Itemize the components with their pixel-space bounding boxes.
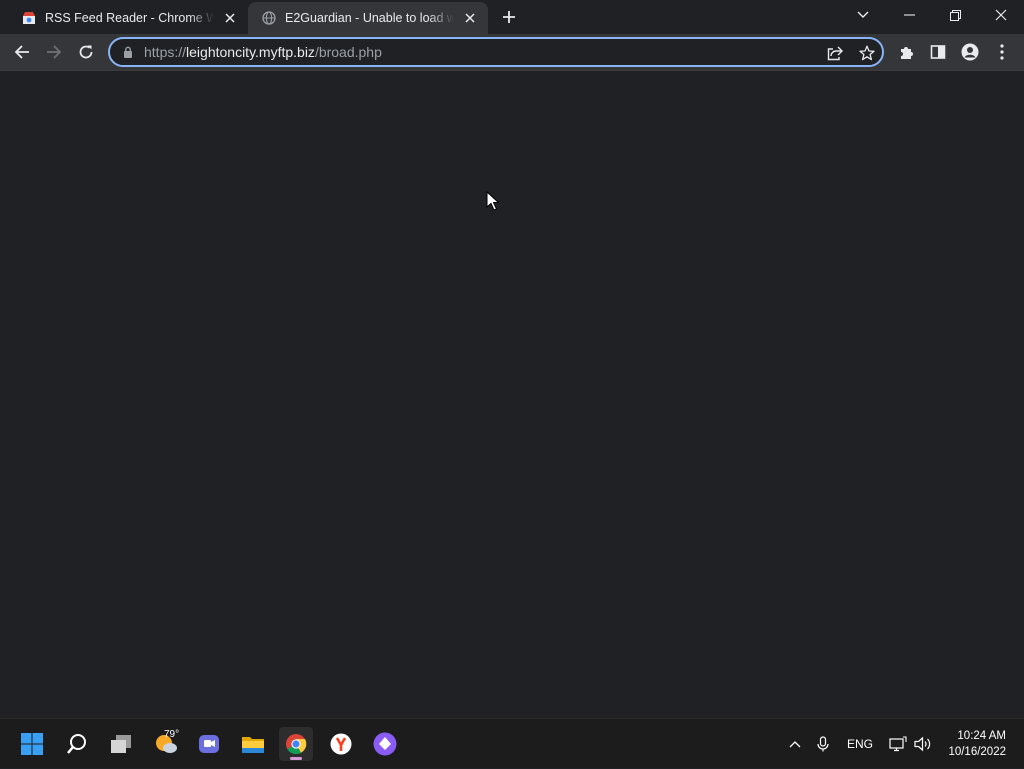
browser-window: RSS Feed Reader - Chrome Web Store E2Gua… (0, 0, 1024, 718)
tab-e2guardian[interactable]: E2Guardian - Unable to load webpage (248, 2, 488, 34)
network-icon[interactable] (888, 719, 908, 769)
language-indicator[interactable]: ENG (844, 719, 876, 769)
chrome-web-store-icon (21, 10, 37, 26)
browser-toolbar: https://leightoncity.myftp.biz/broad.php (0, 34, 1024, 71)
active-app-indicator (290, 757, 302, 760)
close-tab-icon[interactable] (220, 8, 240, 28)
tab-search-chevron-down-icon[interactable] (840, 0, 886, 30)
weather-temperature: 79° (164, 729, 180, 740)
restore-button[interactable] (932, 0, 978, 30)
tab-rss-feed-reader[interactable]: RSS Feed Reader - Chrome Web Store (8, 2, 248, 34)
volume-icon[interactable] (912, 719, 934, 769)
chrome-icon[interactable] (279, 727, 313, 761)
url-path: /broad.php (314, 44, 382, 60)
clock-time: 10:24 AM (957, 730, 1006, 742)
search-icon[interactable] (60, 727, 94, 761)
show-hidden-icons-chevron-up-icon[interactable] (784, 719, 806, 769)
teams-chat-icon[interactable] (192, 727, 226, 761)
windows-taskbar: ENG 10:24 AM 10/16/2022 (0, 718, 1024, 768)
side-panel-icon[interactable] (923, 37, 953, 67)
url-host: leightoncity.myftp.biz (186, 44, 315, 60)
reload-button[interactable] (71, 37, 101, 67)
tab-title: E2Guardian - Unable to load webpage (285, 11, 454, 25)
url-text: https://leightoncity.myftp.biz/broad.php (144, 44, 382, 60)
microphone-icon[interactable] (813, 719, 833, 769)
clock-date: 10/16/2022 (948, 746, 1006, 758)
lock-icon[interactable] (120, 44, 136, 60)
share-icon[interactable] (826, 44, 844, 62)
extensions-icon[interactable] (891, 37, 921, 67)
url-scheme: https:// (144, 44, 187, 60)
page-content (0, 71, 1024, 718)
task-view-icon[interactable] (104, 727, 138, 761)
close-window-button[interactable] (978, 0, 1024, 30)
purple-app-icon[interactable] (368, 727, 402, 761)
minimize-button[interactable] (886, 0, 932, 30)
profile-avatar-icon[interactable] (955, 37, 985, 67)
mouse-cursor-icon (486, 190, 500, 216)
forward-button[interactable] (39, 37, 69, 67)
system-clock[interactable]: 10:24 AM 10/16/2022 (948, 728, 1006, 760)
address-bar[interactable]: https://leightoncity.myftp.biz/broad.php (108, 37, 884, 67)
close-tab-icon[interactable] (460, 8, 480, 28)
chrome-menu-icon[interactable] (987, 37, 1017, 67)
file-explorer-icon[interactable] (236, 727, 270, 761)
bookmark-star-icon[interactable] (858, 44, 876, 62)
back-button[interactable] (7, 37, 37, 67)
tab-title: RSS Feed Reader - Chrome Web Store (45, 11, 214, 25)
start-icon[interactable] (15, 727, 49, 761)
globe-icon (261, 10, 277, 26)
yandex-icon[interactable] (324, 727, 358, 761)
new-tab-button[interactable] (498, 6, 520, 28)
tab-strip: RSS Feed Reader - Chrome Web Store E2Gua… (0, 0, 1024, 34)
